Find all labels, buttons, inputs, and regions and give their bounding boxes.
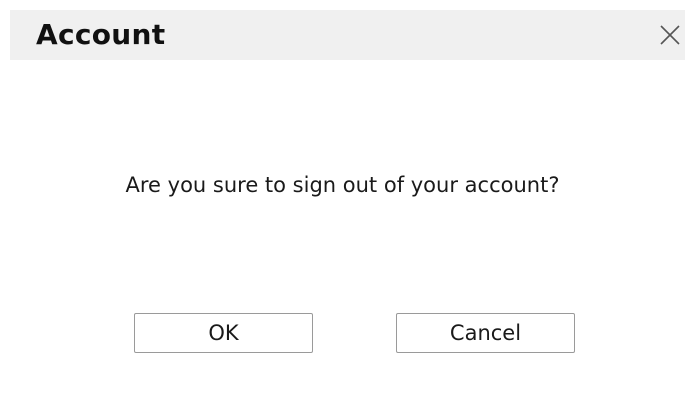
dialog-titlebar: Account <box>10 10 685 60</box>
close-icon[interactable] <box>657 22 683 48</box>
cancel-button[interactable]: Cancel <box>396 313 575 353</box>
sign-out-dialog: Account Are you sure to sign out of your… <box>0 0 685 399</box>
ok-button[interactable]: OK <box>134 313 313 353</box>
dialog-message: Are you sure to sign out of your account… <box>125 173 560 197</box>
dialog-title: Account <box>36 18 166 51</box>
